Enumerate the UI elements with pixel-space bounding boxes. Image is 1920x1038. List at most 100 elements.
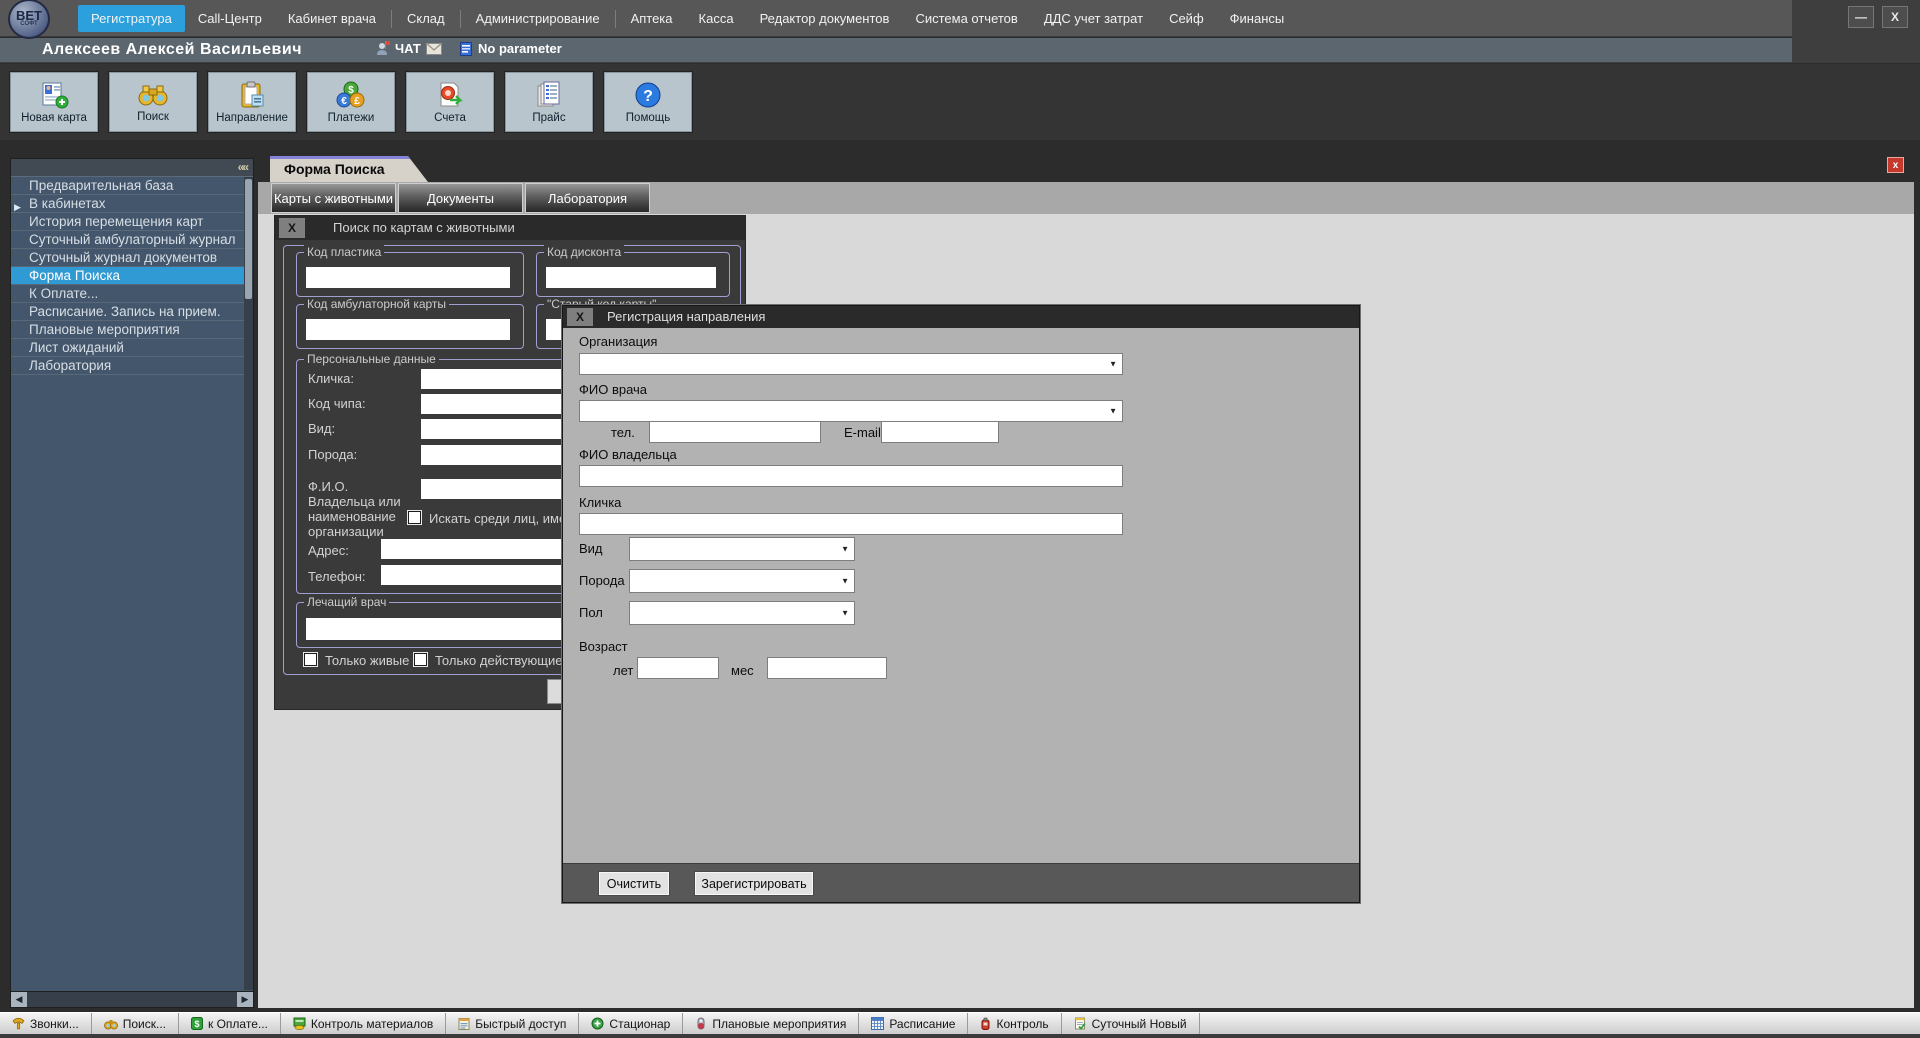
schedule-grid-icon — [871, 1017, 884, 1030]
toolbar-label: Поиск — [137, 111, 169, 123]
discount-code-input[interactable] — [546, 267, 716, 288]
parameter-doc-icon — [460, 42, 472, 56]
organization-combobox[interactable]: ▼ — [579, 353, 1123, 375]
owner-name-input[interactable] — [579, 465, 1123, 487]
taskbar-item-planned-events[interactable]: Плановые мероприятия — [683, 1013, 859, 1034]
new-card-button[interactable]: Новая карта — [10, 72, 98, 132]
tab-search-form[interactable]: Форма Поиска — [270, 156, 428, 182]
sidebar-vertical-scrollbar[interactable] — [244, 177, 253, 990]
sidebar-item-laboratory[interactable]: Лаборатория — [11, 357, 253, 375]
scroll-right-icon[interactable]: ▶ — [237, 992, 253, 1007]
dialog-button-bar: Очистить Зарегистрировать — [563, 863, 1359, 902]
sidebar-item-to-payment[interactable]: К Оплате... — [11, 285, 253, 303]
register-button[interactable]: Зарегистрировать — [695, 872, 813, 895]
species-label: Вид: — [308, 421, 335, 436]
dropdown-arrow-icon[interactable]: ▼ — [838, 545, 852, 554]
breed-combobox[interactable]: ▼ — [629, 569, 855, 593]
price-list-icon — [535, 81, 563, 109]
taskbar-item-daily-new[interactable]: Суточный Новый — [1062, 1013, 1200, 1034]
menu-item-dds-costs[interactable]: ДДС учет затрат — [1031, 5, 1156, 32]
sex-combobox[interactable]: ▼ — [629, 601, 855, 625]
sidebar-item-search-form[interactable]: Форма Поиска — [11, 267, 253, 285]
menu-item-doctor-office[interactable]: Кабинет врача — [275, 5, 389, 32]
payments-button[interactable]: $ € £ Платежи — [307, 72, 395, 132]
plastic-code-input[interactable] — [306, 267, 510, 288]
nickname-input[interactable] — [579, 513, 1123, 535]
close-search-form-button[interactable]: X — [279, 218, 305, 238]
mail-icon[interactable] — [426, 43, 442, 55]
close-button[interactable]: X — [1882, 6, 1908, 28]
help-button[interactable]: ? Помощь — [604, 72, 692, 132]
sidebar-item-daily-document-journal[interactable]: Суточный журнал документов — [11, 249, 253, 267]
dropdown-arrow-icon[interactable]: ▼ — [838, 577, 852, 586]
only-alive-checkbox[interactable] — [304, 653, 317, 666]
new-card-icon — [39, 81, 69, 109]
taskbar-item-inpatient[interactable]: Стационар — [579, 1013, 683, 1034]
scrollbar-thumb[interactable] — [245, 179, 252, 299]
menu-item-cash-desk[interactable]: Касса — [686, 5, 747, 32]
sidebar-item-schedule-appointment[interactable]: Расписание. Запись на прием. — [11, 303, 253, 321]
menu-item-warehouse[interactable]: Склад — [394, 5, 458, 32]
taskbar-item-to-payment[interactable]: $ к Оплате... — [179, 1013, 281, 1034]
taskbar-item-schedule[interactable]: Расписание — [859, 1013, 968, 1034]
menu-item-safe[interactable]: Сейф — [1156, 5, 1217, 32]
chat-button[interactable]: ЧАТ — [376, 41, 442, 56]
sidebar-item-daily-ambulatory-journal[interactable]: Суточный амбулаторный журнал — [11, 231, 253, 249]
menu-item-finance[interactable]: Финансы — [1217, 5, 1298, 32]
close-dialog-button[interactable]: X — [567, 308, 593, 326]
sidebar-item-card-history[interactable]: История перемещения карт — [11, 213, 253, 231]
species-combobox[interactable]: ▼ — [629, 537, 855, 561]
taskbar-item-material-control[interactable]: Контроль материалов — [281, 1013, 446, 1034]
menu-item-registratura[interactable]: Регистратура — [78, 5, 185, 32]
years-label: лет — [613, 663, 633, 678]
toolbar-label: Новая карта — [21, 112, 87, 124]
sidebar-horizontal-scrollbar[interactable]: ◀ ▶ — [11, 991, 253, 1007]
taskbar-label: Суточный Новый — [1092, 1017, 1187, 1031]
phone-icon — [12, 1017, 25, 1030]
collapse-sidebar-icon[interactable]: «« — [238, 160, 247, 174]
menu-item-report-system[interactable]: Система отчетов — [902, 5, 1030, 32]
dropdown-arrow-icon[interactable]: ▼ — [1106, 407, 1120, 416]
binoculars-icon — [137, 82, 169, 108]
sidebar-item-waiting-list[interactable]: Лист ожиданий — [11, 339, 253, 357]
menu-separator — [460, 10, 461, 28]
taskbar-item-control[interactable]: Контроль — [968, 1013, 1061, 1034]
close-tab-button[interactable]: x — [1887, 157, 1904, 173]
invoices-button[interactable]: Счета — [406, 72, 494, 132]
taskbar-item-calls[interactable]: Звонки... — [0, 1013, 92, 1034]
menu-item-doc-editor[interactable]: Редактор документов — [747, 5, 903, 32]
sidebar-item-in-offices[interactable]: ▶В кабинетах — [11, 195, 253, 213]
taskbar-item-search[interactable]: Поиск... — [92, 1013, 179, 1034]
tab-button-animal-cards[interactable]: Карты с животными — [271, 183, 396, 213]
minimize-button[interactable]: — — [1848, 6, 1874, 28]
referral-button[interactable]: Направление — [208, 72, 296, 132]
ambulatory-card-input[interactable] — [306, 319, 510, 340]
sidebar-item-planned-events[interactable]: Плановые мероприятия — [11, 321, 253, 339]
only-active-checkbox[interactable] — [414, 653, 427, 666]
search-button[interactable]: Поиск — [109, 72, 197, 132]
doctor-name-combobox[interactable]: ▼ — [579, 400, 1123, 422]
email-input[interactable] — [881, 421, 999, 443]
age-years-input[interactable] — [637, 657, 719, 679]
user-bar: Алексеев Алексей Васильевич ЧАТ No param… — [0, 38, 1792, 63]
toolbar-label: Помощь — [626, 112, 670, 124]
price-button[interactable]: Прайс — [505, 72, 593, 132]
clear-button[interactable]: Очистить — [599, 872, 669, 895]
telephone-input[interactable] — [649, 421, 821, 443]
sidebar-item-preliminary-base[interactable]: Предварительная база — [11, 177, 253, 195]
organization-label: Организация — [579, 334, 657, 349]
scroll-left-icon[interactable]: ◀ — [11, 992, 27, 1007]
age-months-input[interactable] — [767, 657, 887, 679]
tab-button-laboratory[interactable]: Лаборатория — [525, 183, 650, 213]
dropdown-arrow-icon[interactable]: ▼ — [1106, 360, 1120, 369]
taskbar-item-quick-access[interactable]: Быстрый доступ — [446, 1013, 579, 1034]
dropdown-arrow-icon[interactable]: ▼ — [838, 609, 852, 618]
taskbar-label: Расписание — [889, 1017, 955, 1031]
parameter-indicator[interactable]: No parameter — [460, 41, 562, 56]
menu-item-call-center[interactable]: Call-Центр — [185, 5, 275, 32]
menu-item-administration[interactable]: Администрирование — [463, 5, 613, 32]
search-among-checkbox[interactable] — [408, 511, 421, 524]
svg-text:$: $ — [195, 1019, 200, 1029]
tab-button-documents[interactable]: Документы — [398, 183, 523, 213]
menu-item-pharmacy[interactable]: Аптека — [618, 5, 686, 32]
